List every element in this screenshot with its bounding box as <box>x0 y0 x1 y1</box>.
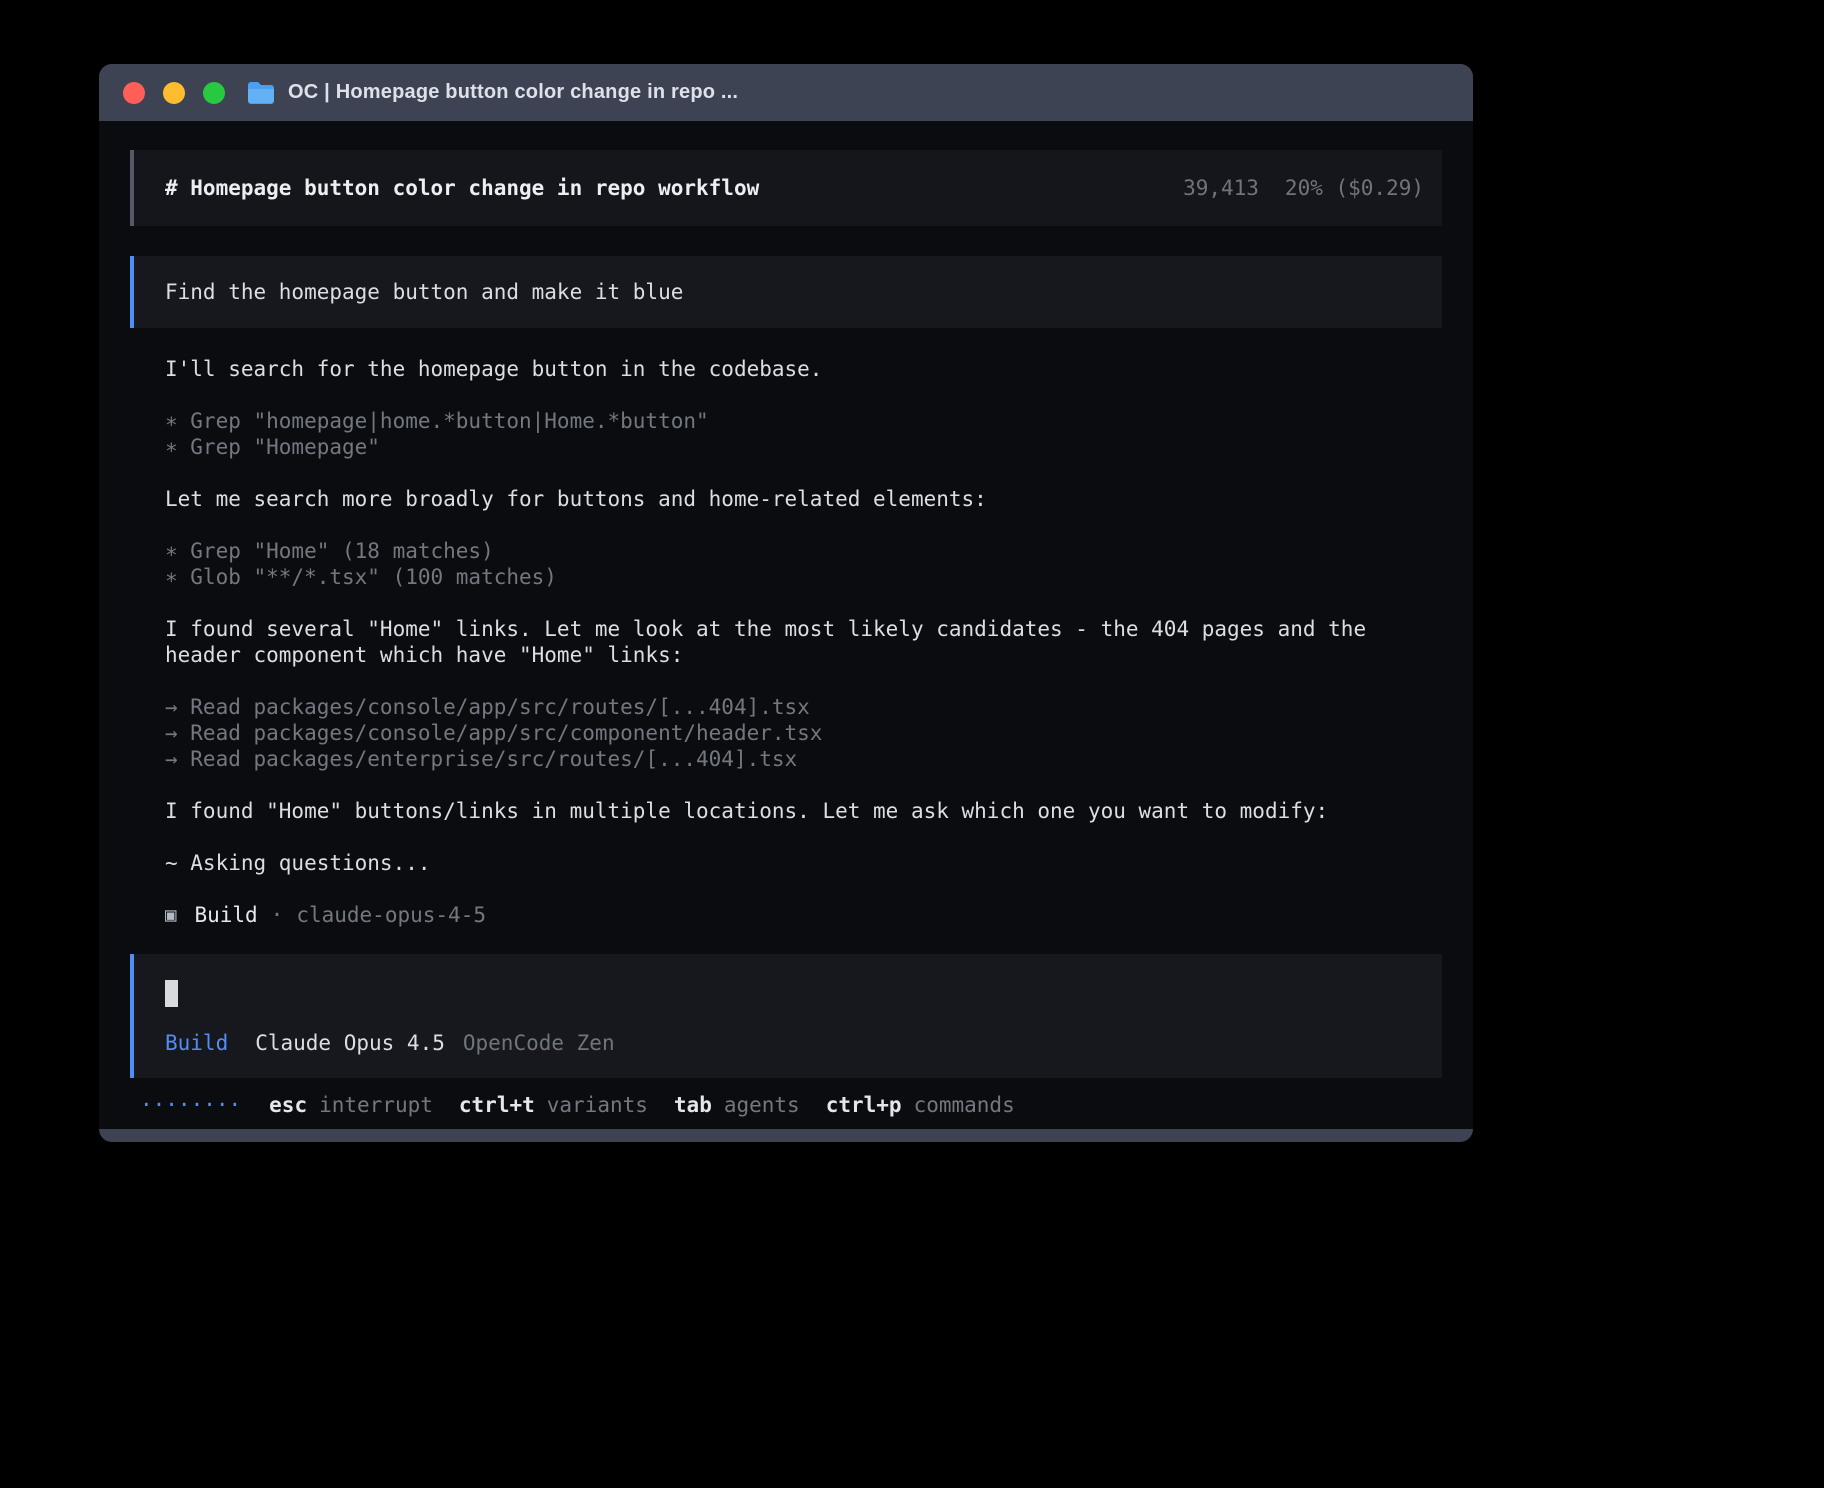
zoom-button[interactable] <box>203 82 225 104</box>
agent-name: Build <box>194 902 257 928</box>
tool-call-glob: ∗ Glob "**/*.tsx" (100 matches) <box>165 564 1442 590</box>
agent-separator: · <box>271 902 284 928</box>
prompt-input[interactable]: Build Claude Opus 4.5 OpenCode Zen <box>130 954 1442 1078</box>
agent-icon: ▣ <box>165 902 176 928</box>
tool-call-grep: ∗ Grep "Home" (18 matches) <box>165 538 1442 564</box>
assistant-text: I'll search for the homepage button in t… <box>165 356 1442 382</box>
assistant-text: Let me search more broadly for buttons a… <box>165 486 1442 512</box>
conversation: I'll search for the homepage button in t… <box>130 356 1442 954</box>
tool-call-read: → Read packages/enterprise/src/routes/[.… <box>165 746 1442 772</box>
input-meta: Build Claude Opus 4.5 OpenCode Zen <box>165 1030 1411 1056</box>
input-agent-label[interactable]: Build <box>165 1030 228 1056</box>
tool-calls: → Read packages/console/app/src/routes/[… <box>165 694 1442 772</box>
commands-label: commands <box>914 1092 1015 1118</box>
title-group: OC | Homepage button color change in rep… <box>247 81 738 104</box>
folder-icon <box>247 81 275 104</box>
status-bar: ········ esc interrupt ctrl+t variants t… <box>130 1092 1442 1118</box>
esc-key-hint[interactable]: esc <box>269 1092 307 1118</box>
window-title: OC | Homepage button color change in rep… <box>288 81 738 104</box>
tab-key-hint: tab <box>674 1092 712 1118</box>
ctrl-t-key-hint: ctrl+t <box>459 1092 535 1118</box>
terminal-content: # Homepage button color change in repo w… <box>99 121 1473 1129</box>
tool-calls: ∗ Grep "Home" (18 matches) ∗ Glob "**/*.… <box>165 538 1442 590</box>
minimize-button[interactable] <box>163 82 185 104</box>
agents-label: agents <box>724 1092 800 1118</box>
tool-call-read: → Read packages/console/app/src/routes/[… <box>165 694 1442 720</box>
tool-call-grep: ∗ Grep "Homepage" <box>165 434 1442 460</box>
token-count: 39,413 <box>1183 175 1259 201</box>
assistant-status-text: ~ Asking questions... <box>165 850 1442 876</box>
hint-agents[interactable]: tab agents <box>674 1092 800 1118</box>
tool-calls: ∗ Grep "homepage|home.*button|Home.*butt… <box>165 408 1442 460</box>
hint-variants[interactable]: ctrl+t variants <box>459 1092 648 1118</box>
text-cursor <box>165 980 178 1007</box>
interrupt-label: interrupt <box>319 1092 433 1118</box>
input-model-label[interactable]: Claude Opus 4.5 <box>255 1030 445 1056</box>
desktop: OC | Homepage button color change in rep… <box>0 0 1824 1488</box>
session-title: # Homepage button color change in repo w… <box>165 175 1183 201</box>
terminal-window: OC | Homepage button color change in rep… <box>99 64 1473 1142</box>
assistant-text: I found "Home" buttons/links in multiple… <box>165 798 1442 824</box>
assistant-text: I found several "Home" links. Let me loo… <box>165 616 1442 668</box>
close-button[interactable] <box>123 82 145 104</box>
window-controls <box>123 82 225 104</box>
user-message: Find the homepage button and make it blu… <box>130 256 1442 328</box>
agent-model: claude-opus-4-5 <box>296 902 486 928</box>
context-usage: 20% ($0.29) <box>1285 175 1424 201</box>
titlebar[interactable]: OC | Homepage button color change in rep… <box>99 64 1473 121</box>
ctrl-p-key-hint: ctrl+p <box>826 1092 902 1118</box>
variants-label: variants <box>547 1092 648 1118</box>
tool-call-read: → Read packages/console/app/src/componen… <box>165 720 1442 746</box>
input-provider-label: OpenCode Zen <box>463 1030 615 1056</box>
session-header: # Homepage button color change in repo w… <box>130 150 1442 226</box>
working-dots: ········ <box>140 1092 241 1118</box>
user-message-text: Find the homepage button and make it blu… <box>165 279 683 305</box>
agent-status-line: ▣ Build · claude-opus-4-5 <box>165 902 1442 928</box>
session-stats: 39,413 20% ($0.29) <box>1183 175 1424 201</box>
hint-commands[interactable]: ctrl+p commands <box>826 1092 1015 1118</box>
tool-call-grep: ∗ Grep "homepage|home.*button|Home.*butt… <box>165 408 1442 434</box>
